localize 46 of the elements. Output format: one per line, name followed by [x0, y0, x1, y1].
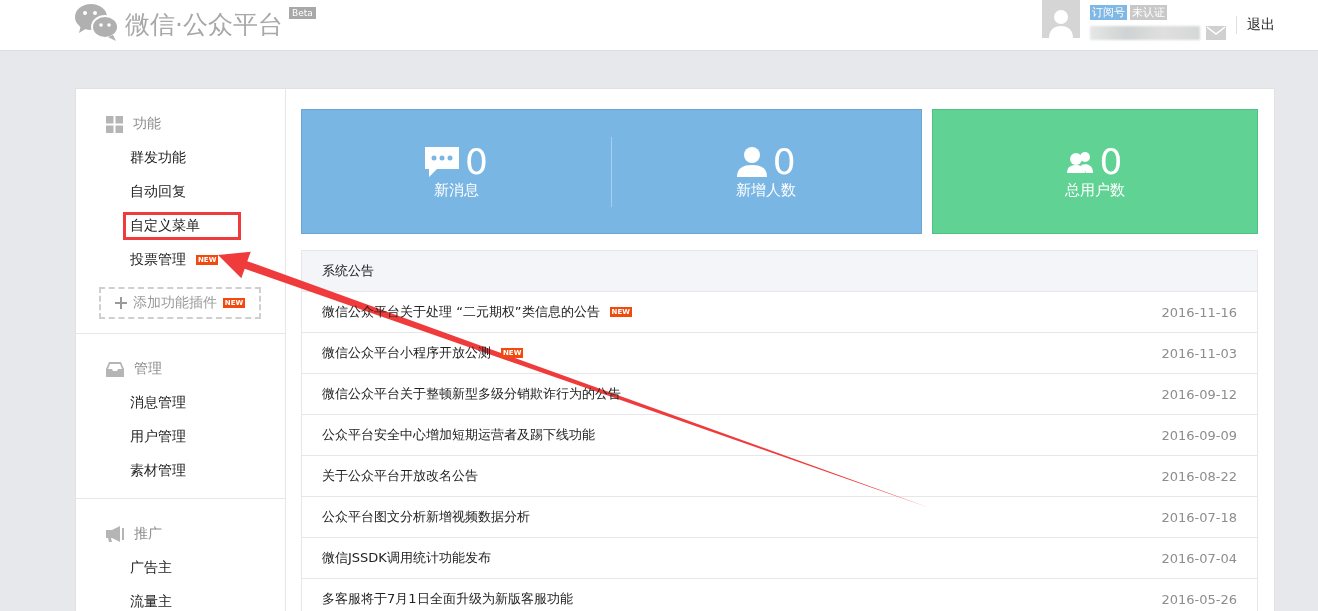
notice-date: 2016-09-09	[1161, 427, 1237, 443]
section-title: 推广	[134, 525, 162, 543]
notice-header: 系统公告	[302, 251, 1257, 292]
notice-link[interactable]: 公众平台图文分析新增视频数据分析	[322, 508, 530, 526]
menu-item[interactable]: 流量主	[126, 591, 176, 611]
mail-icon[interactable]	[1206, 25, 1226, 40]
beta-tag: Beta	[288, 7, 316, 19]
notice-link[interactable]: 公众平台安全中心增加短期运营者及踢下线功能	[322, 426, 595, 444]
megaphone-icon	[106, 526, 124, 542]
platform-title: 微信·公众平台	[125, 9, 283, 41]
avatar-placeholder[interactable]	[1042, 0, 1080, 38]
stat-label: 新消息	[433, 181, 479, 200]
menu-item[interactable]: 用户管理	[126, 426, 190, 448]
menu-item[interactable]: 自动回复	[126, 181, 190, 203]
grid-icon	[106, 115, 123, 133]
account-tag: 订阅号	[1090, 4, 1127, 20]
menu-item[interactable]: 广告主	[126, 557, 176, 579]
menu-item[interactable]: 投票管理	[126, 249, 190, 271]
notice-date: 2016-05-26	[1161, 591, 1237, 607]
stat-label: 新增人数	[736, 181, 797, 200]
section-title: 功能	[133, 115, 161, 133]
chat-bubbles-logo-icon	[75, 3, 119, 41]
chat-bubble-icon	[424, 147, 459, 177]
stat-value: 0	[772, 143, 796, 181]
notice-date: 2016-07-18	[1161, 509, 1237, 525]
notice-date: 2016-09-12	[1161, 386, 1237, 402]
menu-item[interactable]: 消息管理	[126, 392, 190, 414]
person-icon	[736, 147, 767, 177]
stat-value: 0	[464, 143, 488, 181]
stat-label: 总用户数	[1064, 181, 1125, 200]
menu-item[interactable]: 自定义菜单	[126, 215, 238, 237]
notice-link[interactable]: 关于公众平台开放改名公告	[322, 467, 478, 485]
menu-item[interactable]: 群发功能	[126, 147, 190, 169]
section-title: 管理	[134, 360, 162, 378]
notice-link[interactable]: 多客服将于7月1日全面升级为新版客服功能	[322, 590, 573, 608]
notice-date: 2016-11-16	[1161, 304, 1237, 320]
plus-icon	[114, 297, 127, 309]
people-icon	[1067, 151, 1094, 173]
notice-date: 2016-08-22	[1161, 468, 1237, 484]
stat-value: 0	[1099, 143, 1123, 181]
notice-date: 2016-07-04	[1161, 550, 1237, 566]
inbox-icon	[106, 361, 124, 377]
notice-date: 2016-11-03	[1161, 345, 1237, 361]
logout-link[interactable]: 退出	[1247, 16, 1275, 34]
notice-link[interactable]: 微信JSSDK调用统计功能发布	[322, 549, 491, 567]
menu-item[interactable]: 素材管理	[126, 460, 190, 482]
